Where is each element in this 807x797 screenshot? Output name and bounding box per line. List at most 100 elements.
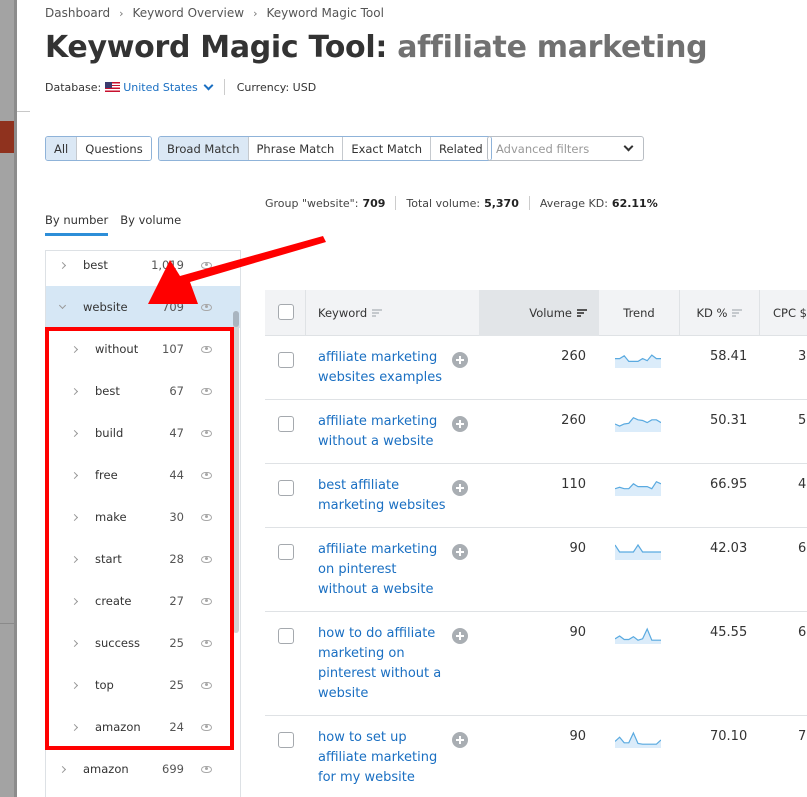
average-kd-value: 62.11%: [611, 196, 658, 210]
background-window-strip: [0, 0, 14, 797]
related-button[interactable]: Related: [430, 137, 491, 160]
divider: [17, 111, 30, 112]
row-checkbox[interactable]: [278, 628, 294, 644]
cpc-value: 4.: [798, 477, 807, 492]
table-row: how to do affiliate marketing on pintere…: [265, 612, 807, 716]
row-checkbox[interactable]: [278, 732, 294, 748]
row-checkbox[interactable]: [278, 544, 294, 560]
trend-area: [615, 629, 661, 644]
advanced-filters-label: Advanced filters: [496, 141, 590, 156]
background-window-divider: [0, 623, 14, 624]
breadcrumb-keyword-magic-tool: Keyword Magic Tool: [266, 6, 384, 20]
database-country: United States: [123, 80, 198, 94]
group-value: 709: [362, 196, 386, 210]
row-checkbox[interactable]: [278, 416, 294, 432]
sort-desc-icon: [577, 309, 587, 317]
volume-value: 90: [569, 541, 586, 556]
table-header: Keyword Volume Trend KD % CPC $: [265, 290, 807, 336]
kd-value: 66.95: [710, 477, 748, 492]
group-summary: Group "website": 709 Total volume: 5,370…: [265, 196, 658, 210]
chevron-right-icon: ›: [119, 6, 124, 20]
keyword-link[interactable]: affiliate marketing without a website: [318, 412, 448, 452]
table-row: affiliate marketing on pinterest without…: [265, 528, 807, 612]
table-row: affiliate marketing without a website 260…: [265, 400, 807, 464]
row-checkbox[interactable]: [278, 480, 294, 496]
breadcrumb: Dashboard › Keyword Overview › Keyword M…: [45, 6, 384, 20]
keyword-link[interactable]: how to set up affiliate marketing for my…: [318, 728, 448, 788]
trend-sparkline: [615, 731, 661, 748]
trend-sparkline: [615, 416, 661, 432]
keyword-link[interactable]: best affiliate marketing websites: [318, 476, 448, 516]
table-row: how to set up affiliate marketing for my…: [265, 716, 807, 797]
group-item[interactable]: amazon 699: [46, 748, 240, 790]
add-to-list-icon[interactable]: [452, 628, 468, 644]
column-kd[interactable]: KD %: [680, 290, 760, 336]
column-volume-label: Volume: [529, 306, 572, 320]
database-selector[interactable]: United States: [123, 80, 214, 94]
add-to-list-icon[interactable]: [452, 732, 468, 748]
us-flag-icon: [105, 82, 121, 92]
groups-scrollbar-thumb[interactable]: [233, 311, 239, 327]
add-to-list-icon[interactable]: [452, 352, 468, 368]
page-title: Keyword Magic Tool: affiliate marketing: [45, 30, 708, 65]
keyword-link[interactable]: affiliate marketing websites examples: [318, 348, 448, 388]
tab-by-number[interactable]: By number: [45, 213, 109, 236]
group-name: amazon: [83, 762, 129, 776]
broad-match-button[interactable]: Broad Match: [159, 137, 248, 160]
currency-label: Currency: USD: [236, 80, 317, 94]
kd-value: 45.55: [710, 625, 748, 640]
kd-value: 70.10: [710, 729, 748, 744]
add-to-list-icon[interactable]: [452, 480, 468, 496]
annotation-highlight-box: [45, 327, 234, 750]
breadcrumb-keyword-overview[interactable]: Keyword Overview: [133, 6, 245, 20]
trend-sparkline: [615, 543, 661, 560]
column-trend: Trend: [599, 290, 680, 336]
divider: [528, 196, 530, 210]
volume-value: 90: [569, 729, 586, 744]
row-checkbox[interactable]: [278, 352, 294, 368]
type-filter-group: All Questions: [45, 136, 152, 161]
keyword-link[interactable]: how to do affiliate marketing on pintere…: [318, 624, 448, 704]
breadcrumb-dashboard[interactable]: Dashboard: [45, 6, 110, 20]
volume-value: 110: [561, 477, 586, 492]
cpc-value: 3.: [798, 349, 807, 364]
keyword-table: Keyword Volume Trend KD % CPC $ affiliat…: [265, 290, 807, 797]
kd-value: 42.03: [710, 541, 748, 556]
column-cpc[interactable]: CPC $: [761, 290, 807, 336]
group-name: best: [83, 258, 108, 272]
kd-value: 50.31: [710, 413, 748, 428]
annotation-arrow: [148, 236, 326, 304]
advanced-filters-dropdown[interactable]: Advanced filters: [487, 136, 644, 161]
column-volume[interactable]: Volume: [479, 290, 599, 336]
sort-icon: [732, 309, 743, 317]
trend-sparkline: [615, 354, 661, 368]
average-kd-label: Average KD:: [539, 196, 608, 210]
volume-value: 90: [569, 625, 586, 640]
column-trend-label: Trend: [623, 306, 655, 320]
window-edge: [14, 0, 17, 797]
divider: [223, 79, 225, 95]
phrase-match-button[interactable]: Phrase Match: [247, 137, 343, 160]
chevron-down-icon[interactable]: [58, 301, 67, 310]
add-to-list-icon[interactable]: [452, 544, 468, 560]
chevron-right-icon[interactable]: [58, 765, 67, 773]
exact-match-button[interactable]: Exact Match: [342, 137, 431, 160]
chevron-down-icon: [203, 80, 214, 90]
keyword-link[interactable]: affiliate marketing on pinterest without…: [318, 540, 448, 600]
eye-icon[interactable]: [201, 765, 212, 773]
all-button[interactable]: All: [46, 137, 77, 160]
table-row: best affiliate marketing websites 110 66.9…: [265, 464, 807, 528]
column-kd-label: KD %: [696, 306, 728, 320]
chevron-right-icon: ›: [253, 6, 258, 20]
group-count: 699: [162, 762, 184, 776]
total-volume-value: 5,370: [484, 196, 519, 210]
add-to-list-icon[interactable]: [452, 416, 468, 432]
trend-area: [615, 481, 661, 496]
questions-button[interactable]: Questions: [76, 137, 151, 160]
kd-value: 58.41: [710, 349, 748, 364]
volume-value: 260: [561, 349, 586, 364]
database-label: Database:: [45, 80, 102, 94]
background-window-accent: [0, 121, 14, 153]
tool-name: Keyword Magic Tool:: [45, 30, 388, 65]
chevron-right-icon[interactable]: [58, 261, 67, 269]
